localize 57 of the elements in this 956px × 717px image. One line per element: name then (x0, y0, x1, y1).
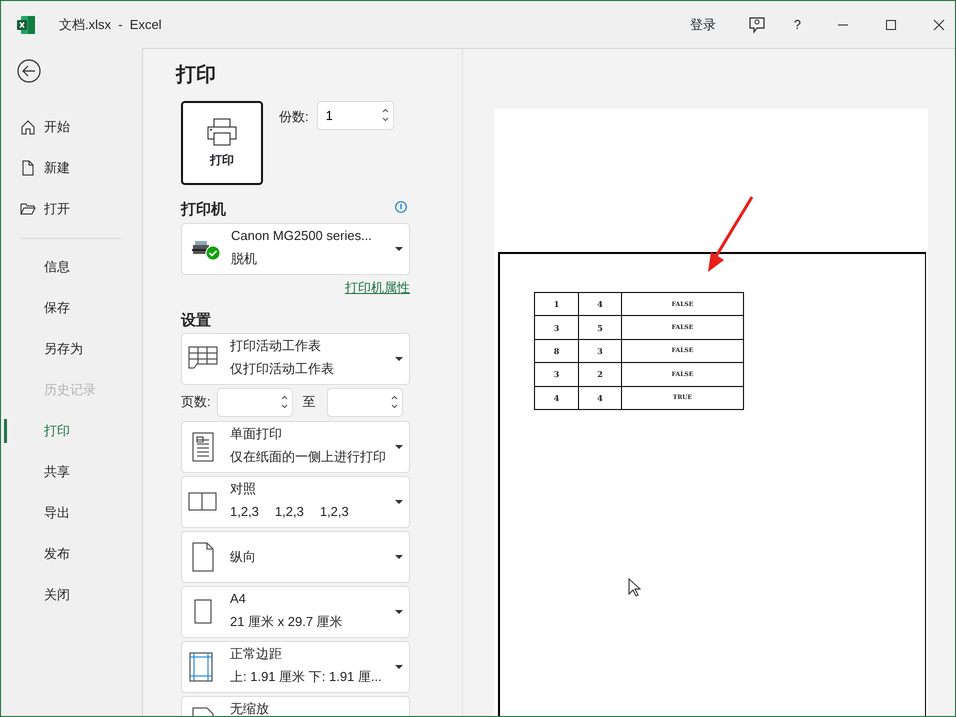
sidebar-item[interactable]: 打印 (1, 410, 142, 451)
table-cell: 3 (534, 362, 578, 386)
pages-label: 页数: (181, 393, 211, 412)
print-button[interactable]: 打印 (181, 101, 263, 185)
window-title: 文档.xlsx - Excel (59, 16, 162, 34)
settings-dropdown[interactable]: 纵向 (181, 530, 410, 582)
sidebar-item[interactable]: 新建 (1, 147, 142, 188)
table-cell: 3 (534, 316, 578, 340)
page-from-field[interactable] (216, 388, 293, 416)
spinner-arrows-icon[interactable] (382, 108, 389, 122)
settings-dropdown[interactable]: 打印活动工作表 仅打印活动工作表 (181, 332, 410, 384)
info-icon (395, 201, 407, 213)
close-button[interactable] (933, 18, 945, 30)
to-label: 至 (302, 393, 316, 412)
copies-label: 份数: (279, 108, 309, 123)
table-cell: 8 (534, 339, 578, 363)
table-cell: 4 (534, 386, 578, 410)
sidebar-item[interactable]: 发布 (1, 533, 142, 574)
sidebar-item[interactable]: 打开 (1, 188, 142, 229)
settings-dropdown[interactable]: 无缩放 (181, 696, 410, 716)
folder-icon (20, 200, 36, 216)
copies-field[interactable]: 1 (316, 101, 394, 130)
sidebar-item[interactable]: 另存为 (1, 328, 142, 369)
section-heading: 设置 (181, 310, 211, 330)
maximize-button[interactable] (885, 18, 897, 30)
table-cell: 1 (534, 292, 578, 316)
sign-in-link[interactable]: 登录 (690, 14, 716, 34)
document-icon (20, 160, 36, 176)
mouse-cursor-icon (628, 578, 641, 597)
sidebar-item[interactable]: 关闭 (1, 574, 142, 615)
spreadsheet-logo-icon (17, 16, 35, 34)
sidebar-item[interactable]: 保存 (1, 287, 142, 328)
table-cell: 4 (578, 292, 622, 316)
spinner-arrows-icon[interactable] (280, 394, 288, 408)
page-title: 打印 (176, 63, 216, 88)
settings-dropdown[interactable]: 对照 1,2,3 1,2,3 1,2,3 (181, 476, 410, 528)
table-cell: 5 (578, 316, 622, 340)
sidebar-item[interactable]: 信息 (1, 246, 142, 287)
table-cell: 4 (578, 386, 622, 410)
page-to-field[interactable] (326, 388, 403, 416)
spinner-arrows-icon[interactable] (390, 394, 398, 408)
settings-dropdown[interactable]: 正常边距 上: 1.91 厘米 下: 1.91 厘... (181, 640, 410, 692)
printer-properties-link[interactable]: 打印机属性 (345, 280, 410, 295)
printer-icon (207, 117, 237, 147)
printer-dropdown[interactable]: Canon MG2500 series... 脱机 (181, 223, 410, 275)
sidebar-item[interactable]: 开始 (1, 106, 142, 147)
section-heading: 打印机 (181, 200, 226, 220)
settings-dropdown[interactable]: 单面打印 仅在纸面的一侧上进行打印 (181, 420, 410, 472)
sidebar-item[interactable]: 共享 (1, 451, 142, 492)
table-cell: 2 (578, 362, 622, 386)
feedback-icon[interactable] (748, 16, 766, 34)
home-icon (20, 118, 36, 134)
settings-dropdown[interactable]: A4 21 厘米 x 29.7 厘米 (181, 586, 410, 638)
sidebar-item[interactable]: 导出 (1, 492, 142, 533)
back-button[interactable] (17, 59, 41, 83)
table-cell: 3 (578, 339, 622, 363)
help-button[interactable]: ? (794, 14, 801, 34)
